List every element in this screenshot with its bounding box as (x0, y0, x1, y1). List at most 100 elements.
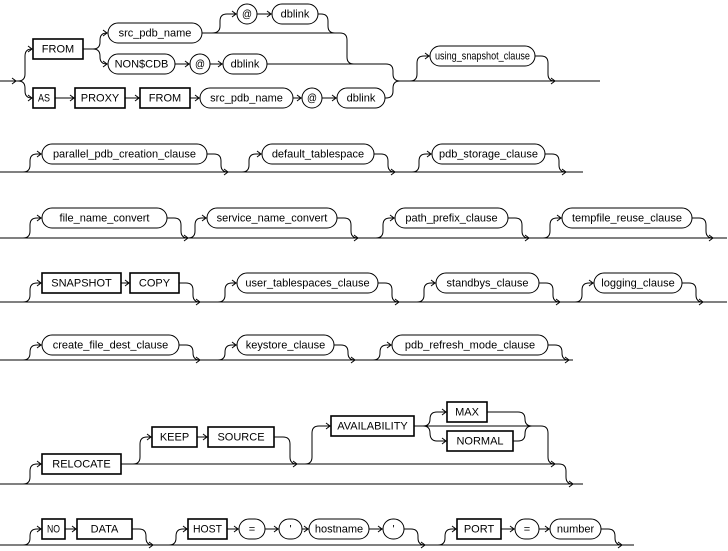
at-symbol: @ (189, 53, 211, 75)
node-label: SNAPSHOT (51, 278, 112, 290)
data-keyword: DATA (76, 518, 133, 540)
connector-line (318, 13, 336, 34)
no-keyword: NO (41, 518, 66, 540)
using-snapshot-clause: using_snapshot_clause (429, 45, 536, 67)
snapshot-keyword: SNAPSHOT (41, 272, 122, 294)
node-label: src_pdb_name (210, 93, 283, 105)
connector-line (241, 153, 262, 173)
service-name-convert: service_name_convert (206, 207, 338, 229)
node-label: ' (392, 524, 394, 536)
connector-line (437, 528, 457, 546)
node-label: user_tablespaces_clause (245, 278, 369, 290)
node-label: service_name_convert (217, 213, 328, 225)
connector-line (217, 344, 237, 361)
node-label: @ (242, 9, 252, 21)
non-cdb-keyword: NON$CDB (107, 53, 176, 75)
node-label: file_name_convert (60, 213, 150, 225)
connector-line (692, 217, 714, 239)
connector-line (22, 282, 42, 303)
connector-line (375, 217, 395, 239)
max-keyword: MAX (446, 401, 488, 423)
node-label: logging_clause (601, 278, 674, 290)
node-label: pdb_storage_clause (439, 149, 538, 161)
hostname: hostname (308, 518, 370, 540)
src-pdb-name: src_pdb_name (199, 87, 294, 109)
node-label: keystore_clause (246, 340, 326, 352)
dblink: dblink (222, 53, 268, 75)
connector-line (416, 282, 436, 303)
user-tablespaces-clause: user_tablespaces_clause (236, 272, 379, 294)
from-keyword: FROM (139, 87, 191, 109)
connector-line (508, 217, 530, 239)
port-keyword: PORT (456, 518, 502, 540)
connector-line (217, 282, 237, 303)
file-name-convert: file_name_convert (41, 207, 168, 229)
node-label: create_file_dest_clause (53, 340, 169, 352)
connector-line (167, 217, 189, 239)
from-keyword: FROM (32, 38, 84, 60)
equals-symbol: = (238, 518, 266, 540)
connector-line (22, 528, 42, 546)
node-label: NO (47, 524, 60, 536)
connector-line (487, 411, 533, 427)
connector-line (121, 463, 574, 485)
keystore-clause: keystore_clause (236, 334, 335, 356)
node-label: hostname (315, 524, 363, 536)
relocate-keyword: RELOCATE (41, 453, 122, 475)
connector-line (513, 425, 533, 442)
node-label: MAX (455, 407, 480, 419)
quote-symbol: ' (382, 518, 405, 540)
node-label: dblink (231, 59, 260, 71)
pdb-refresh-mode-clause: pdb_refresh_mode_clause (391, 334, 549, 356)
connector-line (22, 344, 42, 361)
normal-keyword: NORMAL (446, 430, 514, 452)
connector-line (574, 282, 594, 303)
node-label: number (557, 524, 595, 536)
tempfile-reuse-clause: tempfile_reuse_clause (561, 207, 693, 229)
node-label: FROM (42, 44, 74, 56)
src-pdb-name: src_pdb_name (107, 22, 203, 44)
parallel-pdb-creation-clause: parallel_pdb_creation_clause (41, 143, 208, 165)
connector-line (304, 425, 331, 465)
node-label: KEEP (160, 432, 189, 444)
connector-line (0, 48, 33, 82)
dblink: dblink (271, 3, 319, 25)
node-label: @ (307, 93, 317, 105)
connector-line (22, 217, 42, 239)
as-keyword: AS (32, 87, 56, 109)
connector-line (414, 411, 447, 427)
connector-line (542, 217, 562, 239)
node-label: NORMAL (456, 436, 503, 448)
connector-line (411, 153, 432, 173)
connector-line (132, 436, 152, 465)
node-label: HOST (193, 524, 222, 536)
node-label: PROXY (81, 93, 120, 105)
path-prefix-clause: path_prefix_clause (394, 207, 509, 229)
default-tablespace: default_tablespace (261, 143, 375, 165)
node-label: path_prefix_clause (405, 213, 497, 225)
syntax-railroad-diagram: FROM src_pdb_name @ dblink NON$CDB @ dblink AS P… (0, 3, 727, 549)
connector-line (267, 63, 401, 82)
source-keyword: SOURCE (207, 426, 275, 448)
node-label: using_snapshot_clause (435, 51, 530, 63)
node-label: COPY (139, 278, 171, 290)
dblink: dblink (336, 87, 386, 109)
equals-symbol: = (514, 518, 540, 540)
node-label: @ (195, 59, 205, 71)
connector-line (337, 217, 359, 239)
availability-keyword: AVAILABILITY (330, 415, 415, 437)
at-symbol: @ (236, 3, 258, 25)
node-label: DATA (91, 524, 119, 536)
connector-line (409, 55, 430, 82)
number: number (549, 518, 602, 540)
node-label: NON$CDB (115, 59, 169, 71)
node-label: AVAILABILITY (337, 421, 408, 433)
logging-clause: logging_clause (593, 272, 683, 294)
node-label: dblink (281, 9, 310, 21)
node-label: tempfile_reuse_clause (572, 213, 682, 225)
create-file-dest-clause: create_file_dest_clause (41, 334, 180, 356)
connector-line (385, 80, 401, 99)
node-label: pdb_refresh_mode_clause (405, 340, 535, 352)
node-label: = (249, 524, 255, 536)
quote-symbol: ' (278, 518, 303, 540)
